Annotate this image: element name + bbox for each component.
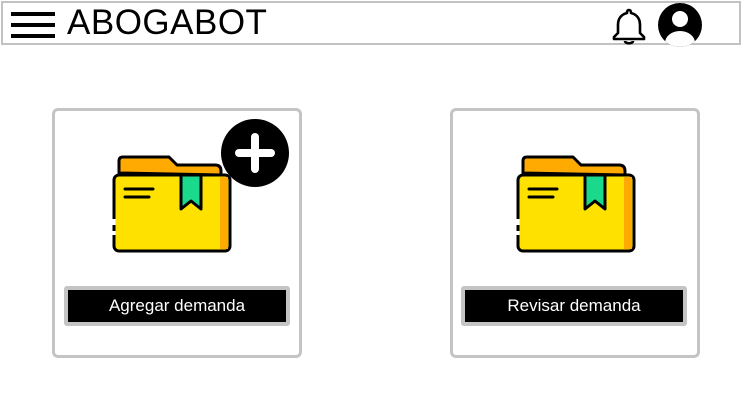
notifications-button[interactable] (609, 6, 649, 46)
add-demand-card[interactable]: Agregar demanda (52, 108, 302, 358)
profile-button[interactable] (656, 3, 704, 47)
user-avatar-icon (658, 3, 702, 47)
top-app-bar: ABOGABOT (1, 1, 741, 47)
add-demand-button[interactable]: Agregar demanda (64, 286, 290, 326)
folder-icon (516, 155, 636, 253)
review-demand-button[interactable]: Revisar demanda (461, 286, 687, 326)
review-demand-card[interactable]: Revisar demanda (450, 108, 700, 358)
menu-button[interactable] (11, 12, 55, 38)
folder-add-icon (112, 155, 232, 253)
hamburger-menu-icon (11, 12, 55, 38)
bell-icon (612, 8, 646, 45)
plus-icon (221, 119, 289, 187)
app-title: ABOGABOT (67, 3, 268, 42)
